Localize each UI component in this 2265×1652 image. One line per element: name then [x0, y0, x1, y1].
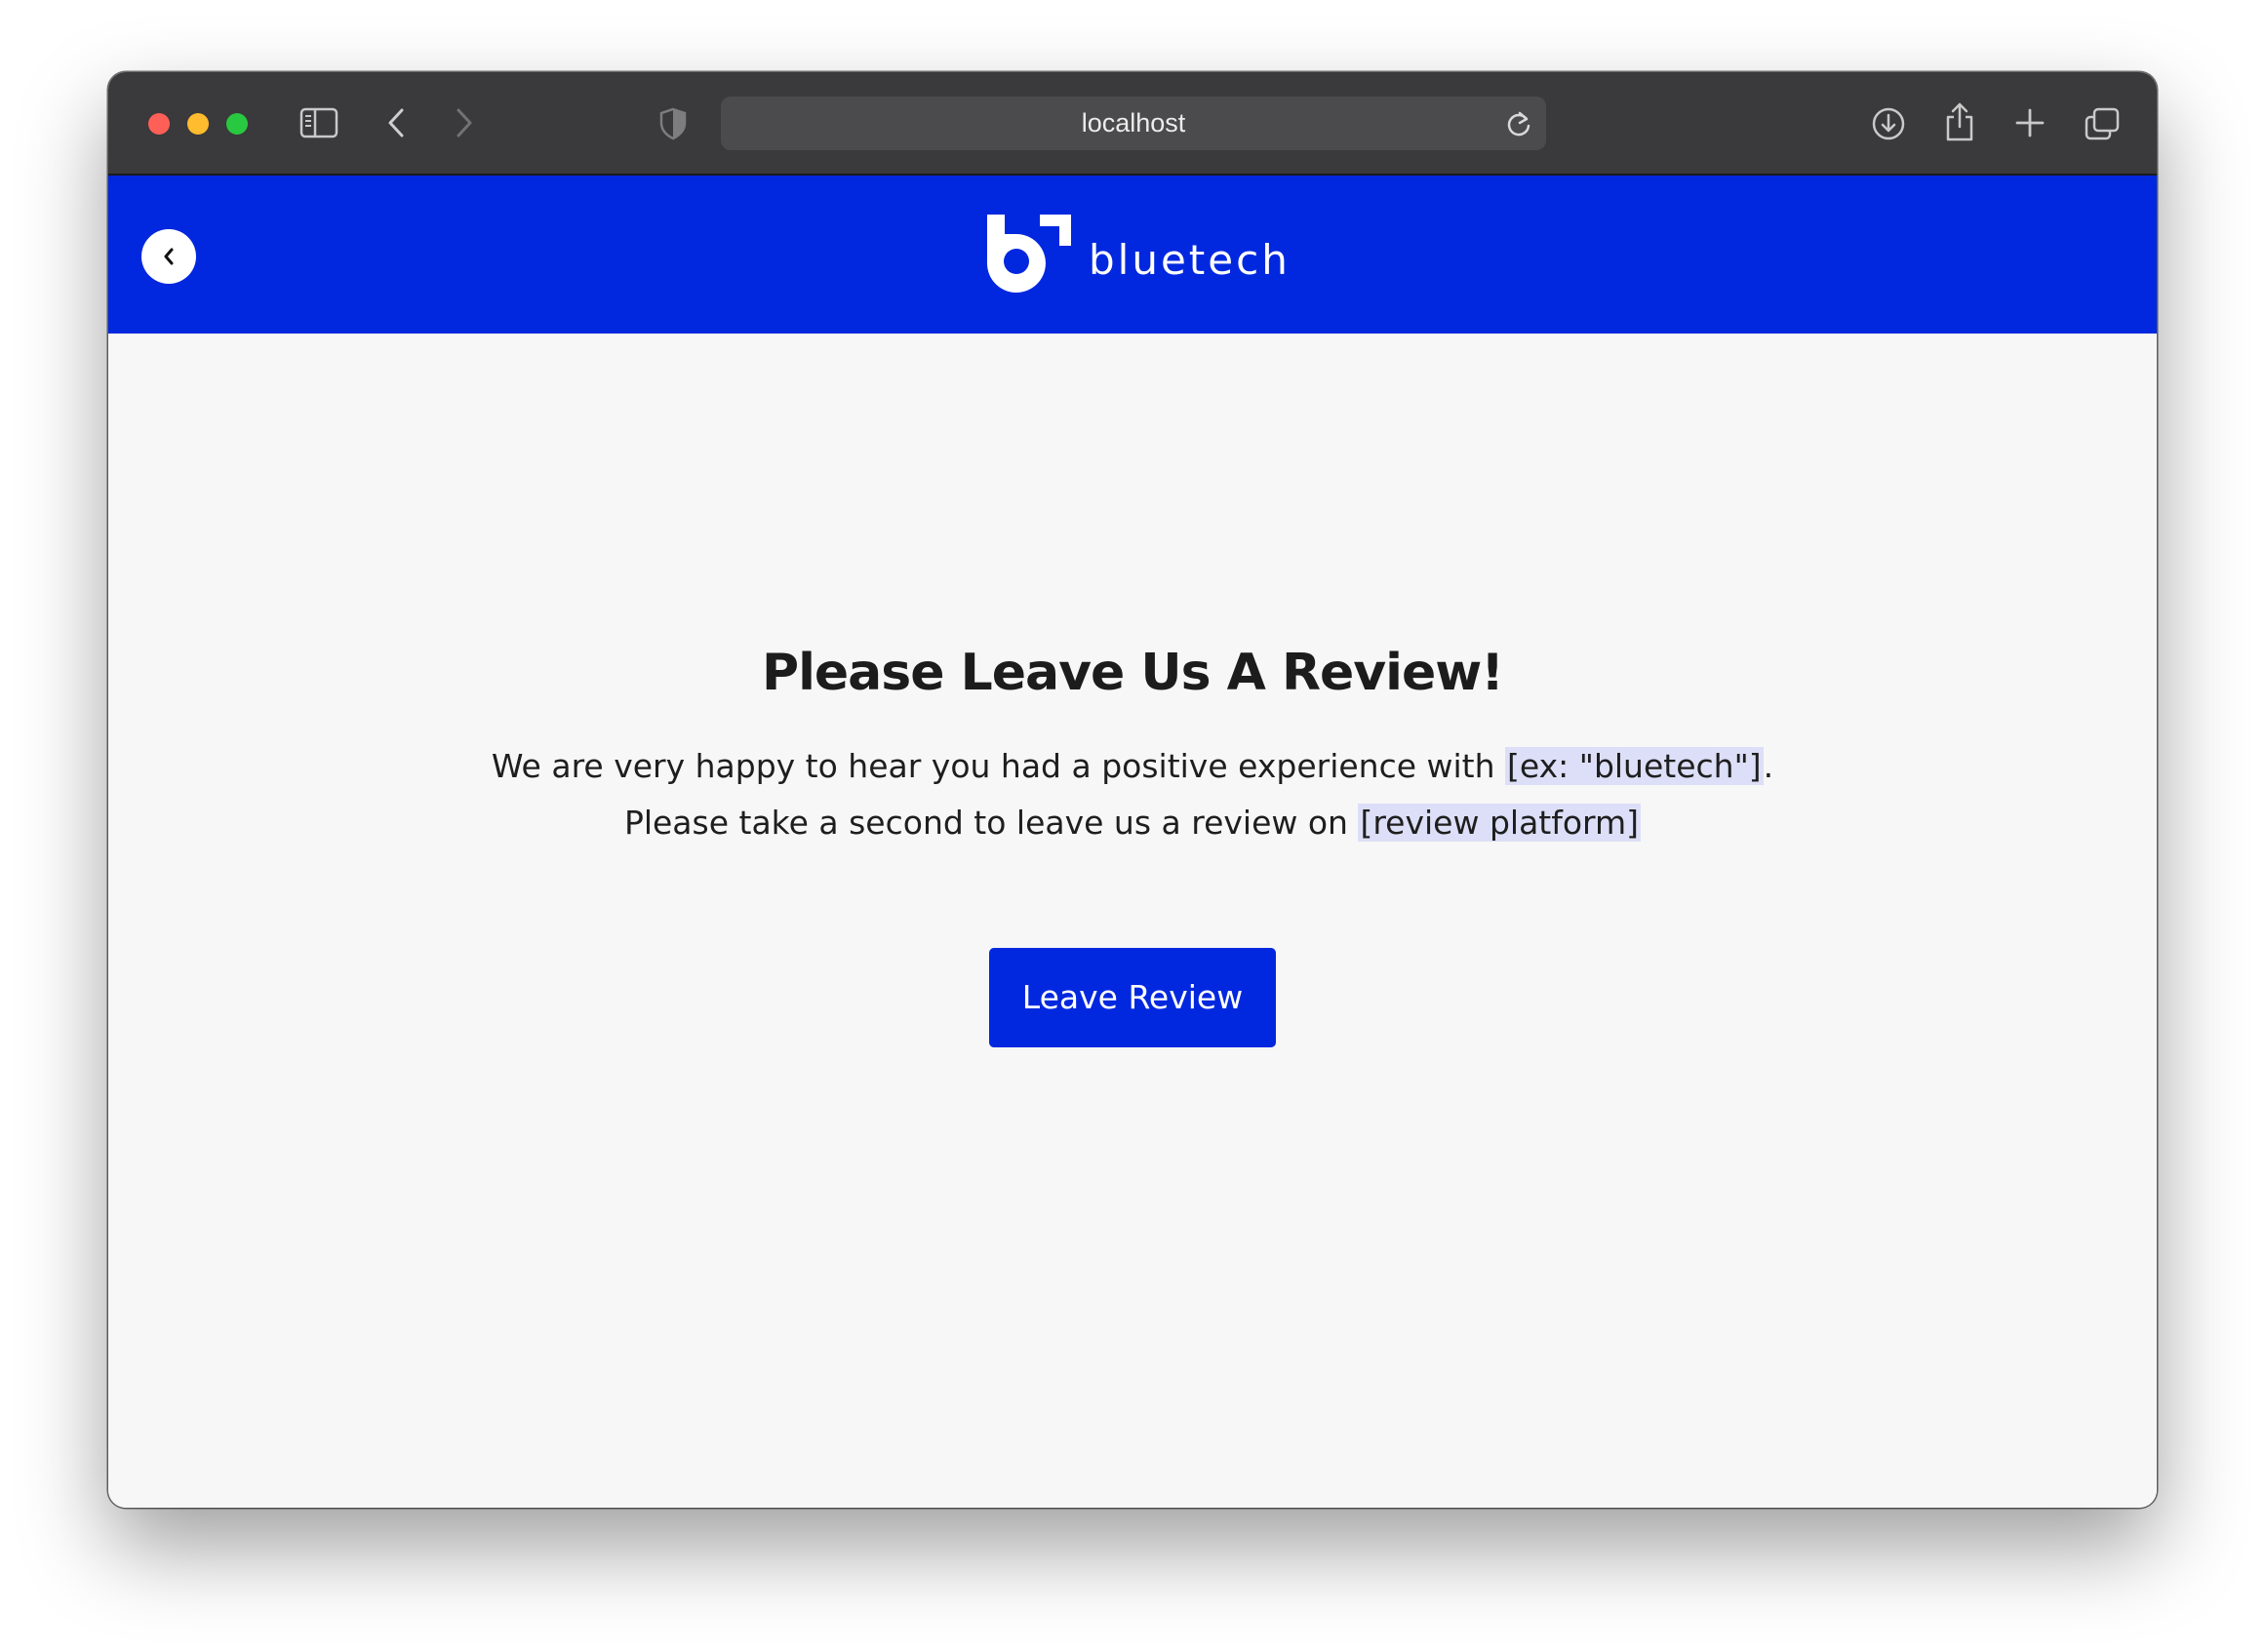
sidebar-icon[interactable] — [299, 107, 338, 138]
zoom-window-button[interactable] — [226, 113, 248, 135]
url-text[interactable]: localhost — [721, 97, 1546, 150]
reload-icon[interactable] — [1505, 109, 1532, 142]
bluetech-logo-icon — [986, 215, 1071, 293]
leave-review-button[interactable]: Leave Review — [989, 948, 1276, 1047]
close-window-button[interactable] — [148, 113, 170, 135]
download-icon[interactable] — [1871, 106, 1906, 141]
share-icon[interactable] — [1943, 101, 1976, 142]
back-arrow-icon[interactable] — [384, 105, 408, 140]
chevron-left-icon — [164, 248, 174, 265]
review-page: Please Leave Us A Review! We are very ha… — [108, 334, 2157, 1508]
back-button[interactable] — [141, 229, 196, 284]
browser-toolbar: localhost — [108, 72, 2157, 176]
new-tab-icon[interactable] — [2014, 107, 2046, 138]
message-text: Please take a second to leave us a revie… — [623, 804, 1359, 842]
browser-window: localhost bluetech Please Leave Us A Rev… — [108, 72, 2157, 1508]
review-message-line-1: We are very happy to hear you had a posi… — [108, 747, 2157, 785]
brand-name: bluetech — [1089, 236, 1291, 284]
page-title: Please Leave Us A Review! — [761, 644, 1504, 702]
review-platform-placeholder: [review platform] — [1358, 804, 1642, 842]
tabs-overview-icon[interactable] — [2084, 106, 2121, 141]
address-bar[interactable]: localhost — [721, 97, 1546, 150]
business-name-placeholder: [ex: "bluetech"] — [1505, 747, 1764, 785]
site-header: bluetech — [108, 176, 2157, 334]
shield-icon[interactable] — [658, 107, 688, 140]
message-period: . — [1763, 747, 1774, 785]
minimize-window-button[interactable] — [187, 113, 209, 135]
review-message-line-2: Please take a second to leave us a revie… — [108, 804, 2157, 842]
message-text: We are very happy to hear you had a posi… — [491, 747, 1506, 785]
forward-arrow-icon[interactable] — [453, 105, 476, 140]
